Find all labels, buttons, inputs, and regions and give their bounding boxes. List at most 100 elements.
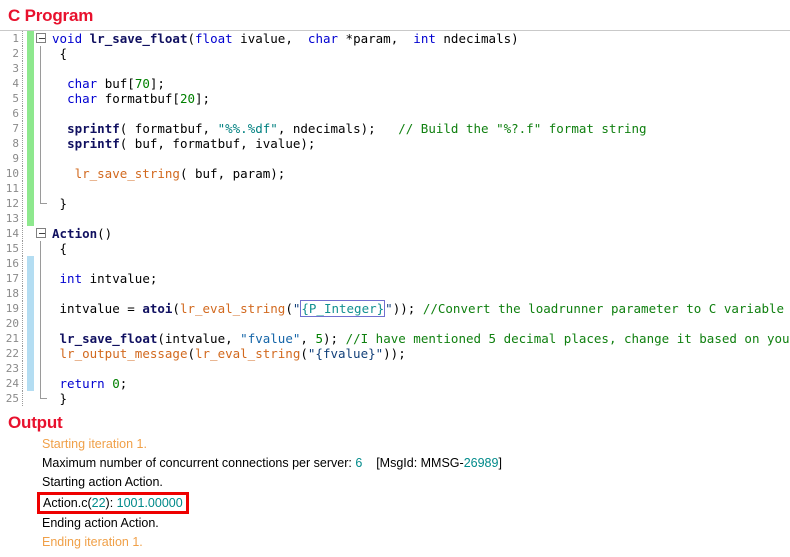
code-line[interactable]: 11	[0, 181, 790, 196]
fold-end-marker	[34, 196, 50, 211]
output-log[interactable]: Starting iteration 1. Maximum number of …	[0, 435, 790, 552]
code-line[interactable]: 3	[0, 61, 790, 76]
change-bar	[27, 286, 34, 301]
code-line[interactable]: 8 sprintf( buf, formatbuf, ivalue);	[0, 136, 790, 151]
code-line[interactable]: 25 }	[0, 391, 790, 406]
change-bar	[27, 31, 34, 46]
change-bar	[27, 346, 34, 361]
code-line[interactable]: 9	[0, 151, 790, 166]
fold-end-marker	[34, 391, 50, 406]
change-bar	[27, 196, 34, 211]
line-number: 11	[0, 181, 22, 196]
line-number: 17	[0, 271, 22, 286]
code-line[interactable]: 13	[0, 211, 790, 226]
fold-line	[34, 256, 50, 271]
change-bar	[27, 106, 34, 121]
change-bar	[27, 226, 34, 241]
fold-toggle-icon[interactable]	[34, 31, 50, 46]
code-text: }	[52, 196, 68, 211]
fold-line	[34, 286, 50, 301]
code-line[interactable]: 10 lr_save_string( buf, param);	[0, 166, 790, 181]
output-title: Output	[8, 413, 63, 432]
code-text: lr_save_float(intvalue, "fvalue", 5); //…	[59, 331, 790, 346]
log-line-ending-iteration: Ending iteration 1.	[42, 535, 143, 549]
line-number: 18	[0, 286, 22, 301]
change-bar	[27, 391, 34, 406]
code-line[interactable]: 7 sprintf( formatbuf, "%%.%df", ndecimal…	[0, 121, 790, 136]
code-line[interactable]: 15 {	[0, 241, 790, 256]
line-number: 22	[0, 346, 22, 361]
code-text: {	[52, 46, 68, 61]
fold-line	[34, 136, 50, 151]
code-lines-container: 1 void lr_save_float(float ivalue, char …	[0, 31, 790, 406]
code-text: lr_save_string( buf, param);	[74, 166, 286, 181]
code-line[interactable]: 12 }	[0, 196, 790, 211]
result-highlight-box[interactable]: Action.c(22): 1001.00000	[37, 492, 189, 514]
code-line[interactable]: 6	[0, 106, 790, 121]
code-text: {	[52, 241, 68, 256]
code-line[interactable]: 1 void lr_save_float(float ivalue, char …	[0, 31, 790, 46]
code-line[interactable]: 2 {	[0, 46, 790, 61]
change-bar	[27, 331, 34, 346]
parameter-token[interactable]: {P_Integer}	[300, 300, 386, 317]
code-line[interactable]: 19 intvalue = atoi(lr_eval_string("{P_In…	[0, 300, 790, 317]
code-line[interactable]: 16	[0, 256, 790, 271]
line-number: 13	[0, 211, 22, 226]
code-line[interactable]: 14 Action()	[0, 226, 790, 241]
fold-line	[34, 241, 50, 256]
c-program-section: C Program	[0, 0, 790, 31]
change-bar	[27, 376, 34, 391]
result-file-end: ):	[105, 496, 117, 510]
fold-toggle-icon[interactable]	[34, 226, 50, 241]
line-number: 19	[0, 301, 22, 316]
code-line[interactable]: 21 lr_save_float(intvalue, "fvalue", 5);…	[0, 331, 790, 346]
log-msgid-prefix: [MsgId: MMSG-	[376, 456, 464, 470]
fold-line	[34, 76, 50, 91]
line-number: 7	[0, 121, 22, 136]
code-line[interactable]: 23	[0, 361, 790, 376]
line-number: 15	[0, 241, 22, 256]
change-bar	[27, 166, 34, 181]
code-text: }	[52, 391, 68, 406]
code-text: void lr_save_float(float ivalue, char *p…	[52, 31, 519, 46]
code-line[interactable]: 5 char formatbuf[20];	[0, 91, 790, 106]
code-line[interactable]: 20	[0, 316, 790, 331]
log-msgid-suffix: ]	[498, 456, 502, 470]
fold-line	[34, 181, 50, 196]
code-text: int intvalue;	[59, 271, 158, 286]
line-number: 20	[0, 316, 22, 331]
change-bar	[27, 46, 34, 61]
code-line[interactable]: 18	[0, 286, 790, 301]
fold-line	[34, 301, 50, 316]
code-editor[interactable]: 1 void lr_save_float(float ivalue, char …	[0, 31, 790, 409]
fold-line	[34, 316, 50, 331]
change-bar	[27, 271, 34, 286]
code-line[interactable]: 24 return 0;	[0, 376, 790, 391]
change-bar	[27, 256, 34, 271]
line-number: 5	[0, 91, 22, 106]
code-line[interactable]: 4 char buf[70];	[0, 76, 790, 91]
line-number: 2	[0, 46, 22, 61]
code-line[interactable]: 17 int intvalue;	[0, 271, 790, 286]
code-text: return 0;	[59, 376, 128, 391]
code-line[interactable]: 22 lr_output_message(lr_eval_string("{fv…	[0, 346, 790, 361]
fold-line	[34, 331, 50, 346]
fold-line	[34, 361, 50, 376]
log-text: Maximum number of concurrent connections…	[42, 456, 356, 470]
page-title: C Program	[8, 6, 94, 25]
log-line-starting-iteration: Starting iteration 1.	[42, 437, 147, 451]
line-number: 24	[0, 376, 22, 391]
code-text: char buf[70];	[67, 76, 165, 91]
code-text: char formatbuf[20];	[67, 91, 211, 106]
log-line-result-wrapper: Action.c(22): 1001.00000	[37, 492, 790, 514]
line-number: 25	[0, 391, 22, 406]
line-number: 3	[0, 61, 22, 76]
change-bar	[27, 121, 34, 136]
result-line-ref: 22	[91, 496, 106, 510]
